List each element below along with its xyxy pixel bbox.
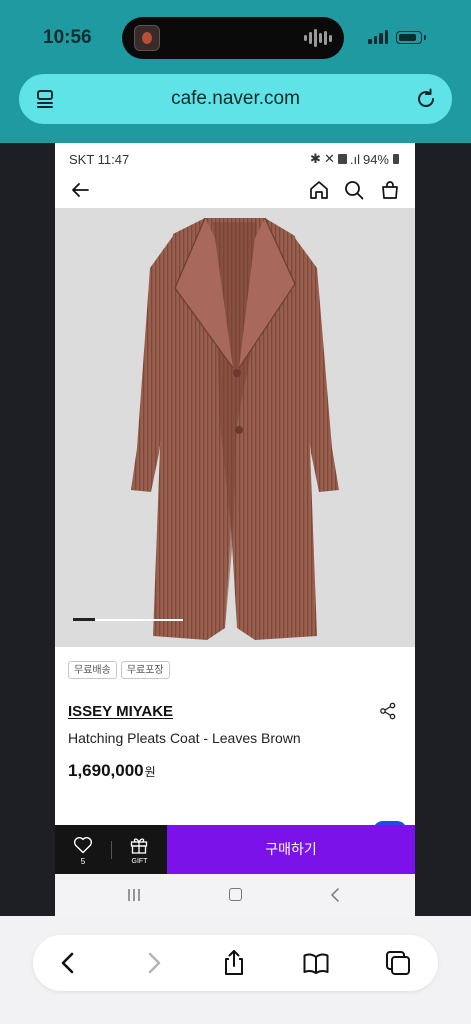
reload-icon[interactable]: [414, 87, 438, 111]
android-battery-text: 94%: [362, 151, 389, 167]
heart-icon: [73, 837, 93, 854]
bluetooth-icon: ✱: [310, 151, 321, 166]
purchase-bar: 5 GIFT 구매하기: [55, 825, 415, 874]
ios-top-bar: 10:56 cafe.naver.com: [0, 0, 471, 143]
android-nav-bar: [55, 874, 415, 916]
carousel-indicator-active: [73, 618, 95, 621]
share-sheet-icon[interactable]: [220, 949, 248, 977]
battery-icon: [396, 31, 426, 44]
forward-icon[interactable]: [139, 949, 167, 977]
cellular-signal-icon: [368, 30, 388, 44]
android-battery-icon: [393, 154, 399, 164]
product-price: 1,690,000원: [68, 761, 156, 781]
gift-icon: [130, 838, 148, 854]
app-bar: [55, 175, 415, 208]
dynamic-island[interactable]: [122, 17, 344, 59]
coat-illustration: [131, 217, 339, 640]
android-home-icon[interactable]: [229, 888, 242, 901]
ios-status-time: 10:56: [43, 27, 92, 48]
product-page: SKT 11:47 ✱ ✕ .ıl 94% 무료배송 무료포장 ISSEY MI…: [55, 143, 415, 916]
page-background-right: [415, 143, 471, 916]
benefit-badges: 무료배송 무료포장: [68, 661, 170, 679]
url-text[interactable]: cafe.naver.com: [19, 88, 452, 110]
back-icon[interactable]: [55, 949, 83, 977]
mute-icon: ✕: [323, 151, 335, 166]
gift-label: GIFT: [131, 858, 148, 865]
audio-waveform-icon: [304, 29, 332, 47]
data-icon: [337, 154, 347, 164]
safari-toolbar: [33, 935, 438, 991]
recent-apps-icon[interactable]: [127, 889, 141, 901]
wishlist-count: 5: [80, 857, 86, 866]
brand-link[interactable]: ISSEY MIYAKE: [68, 703, 173, 720]
android-back-icon[interactable]: [330, 887, 340, 903]
gift-button[interactable]: GIFT: [112, 825, 167, 874]
back-arrow-icon[interactable]: [68, 178, 92, 202]
page-background-left: [0, 143, 55, 916]
address-bar[interactable]: cafe.naver.com: [19, 74, 452, 124]
bookmarks-icon[interactable]: [302, 949, 330, 977]
wishlist-button[interactable]: 5: [55, 825, 111, 874]
share-icon[interactable]: [379, 702, 397, 720]
product-name: Hatching Pleats Coat - Leaves Brown: [68, 730, 301, 746]
safari-bottom-area: [0, 916, 471, 1024]
buy-button[interactable]: 구매하기: [167, 825, 415, 874]
product-image[interactable]: [55, 208, 415, 647]
now-playing-artwork: [134, 25, 160, 51]
android-status-icons: ✱ ✕ .ıl 94%: [310, 151, 399, 167]
android-signal-icon: .ıl: [349, 151, 360, 167]
free-wrapping-badge: 무료포장: [120, 661, 170, 679]
android-carrier-time: SKT 11:47: [69, 152, 130, 167]
android-status-bar: SKT 11:47 ✱ ✕ .ıl 94%: [55, 143, 415, 175]
tabs-icon[interactable]: [384, 949, 412, 977]
price-amount: 1,690,000: [68, 761, 144, 780]
search-icon[interactable]: [342, 178, 366, 202]
shopping-bag-icon[interactable]: [378, 178, 402, 202]
price-currency: 원: [144, 765, 156, 779]
home-icon[interactable]: [307, 178, 331, 202]
free-shipping-badge: 무료배송: [68, 661, 117, 679]
